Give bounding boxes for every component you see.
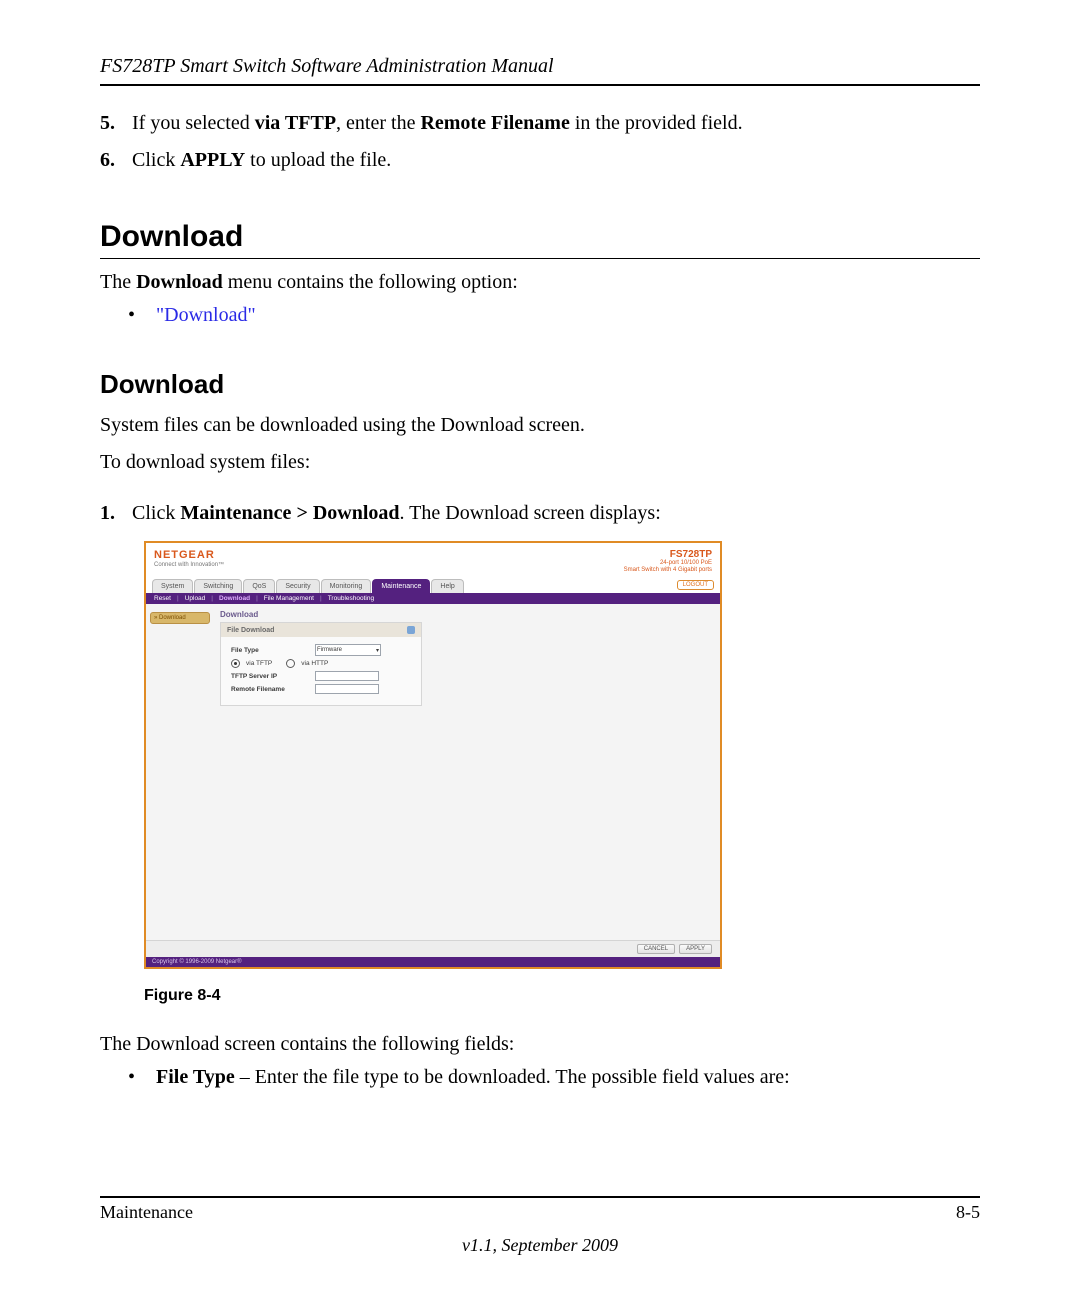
panel-outer-title: Download — [220, 610, 710, 619]
page-footer: Maintenance 8-5 v1.1, September 2009 — [100, 1196, 980, 1256]
tab-qos[interactable]: QoS — [243, 579, 275, 593]
brand-tagline: Connect with Innovation™ — [154, 562, 224, 568]
download-steps: 1. Click Maintenance > Download. The Dow… — [100, 500, 980, 527]
label-tftp-ip: TFTP Server IP — [231, 673, 311, 680]
subnav-reset[interactable]: Reset — [154, 595, 171, 602]
subnav-download[interactable]: Download — [219, 595, 250, 602]
footer-pagenum: 8-5 — [956, 1202, 980, 1223]
tab-switching[interactable]: Switching — [194, 579, 242, 593]
step-5: 5. If you selected via TFTP, enter the R… — [100, 110, 980, 137]
label-via-tftp: via TFTP — [246, 660, 272, 667]
panel-footer: CANCEL APPLY — [146, 940, 720, 957]
chevron-down-icon: ▾ — [376, 647, 379, 654]
subnav-file-management[interactable]: File Management — [264, 595, 314, 602]
download-step-1: 1. Click Maintenance > Download. The Dow… — [100, 500, 980, 527]
logout-button[interactable]: LOGOUT — [677, 580, 714, 590]
field-file-type: • File Type – Enter the file type to be … — [128, 1064, 980, 1091]
tab-system[interactable]: System — [152, 579, 193, 593]
download-step-1-text: Click Maintenance > Download. The Downlo… — [132, 500, 661, 527]
model-sub2: Smart Switch with 4 Gigabit ports — [624, 567, 712, 574]
step-6: 6. Click APPLY to upload the file. — [100, 147, 980, 174]
app-window: NETGEAR Connect with Innovation™ FS728TP… — [144, 541, 722, 969]
bullet-icon: • — [128, 1064, 138, 1091]
step-number: 5. — [100, 110, 122, 137]
download-menu-item: • "Download" — [128, 302, 980, 329]
tab-monitoring[interactable]: Monitoring — [321, 579, 372, 593]
file-download-panel: File Download File Type Firmware ▾ — [220, 622, 422, 706]
sub-nav: Reset| Upload| Download| File Management… — [146, 593, 720, 604]
model-name: FS728TP — [624, 549, 712, 560]
row-tftp-ip: TFTP Server IP — [231, 671, 415, 681]
panel-header: File Download — [221, 623, 421, 637]
download-menu-list: • "Download" — [100, 302, 980, 329]
footer-section: Maintenance — [100, 1202, 193, 1223]
apply-button[interactable]: APPLY — [679, 944, 712, 954]
step-5-text: If you selected via TFTP, enter the Remo… — [132, 110, 743, 137]
field-desc: – Enter the file type to be downloaded. … — [235, 1066, 790, 1088]
page: FS728TP Smart Switch Software Administra… — [0, 0, 1080, 1296]
sysfiles-paragraph: System files can be downloaded using the… — [100, 412, 980, 439]
panel-body: File Type Firmware ▾ via TFTP — [221, 637, 421, 705]
upload-steps-continued: 5. If you selected via TFTP, enter the R… — [100, 110, 980, 174]
download-menu-intro: The Download menu contains the following… — [100, 269, 980, 296]
select-file-type-value: Firmware — [317, 647, 342, 653]
step-number: 6. — [100, 147, 122, 174]
subnav-upload[interactable]: Upload — [185, 595, 206, 602]
subnav-troubleshooting[interactable]: Troubleshooting — [328, 595, 374, 602]
tab-maintenance[interactable]: Maintenance — [372, 579, 430, 593]
field-name: File Type — [156, 1066, 235, 1088]
to-download-paragraph: To download system files: — [100, 449, 980, 476]
radio-via-tftp[interactable] — [231, 659, 240, 668]
label-remote-filename: Remote Filename — [231, 686, 311, 693]
section-heading-download: Download — [100, 220, 980, 254]
input-remote-filename[interactable] — [315, 684, 379, 694]
after-figure-paragraph: The Download screen contains the followi… — [100, 1031, 980, 1058]
panel-help-icon[interactable] — [407, 626, 415, 634]
step-number: 1. — [100, 500, 122, 527]
header-rule — [100, 84, 980, 86]
footer-row: Maintenance 8-5 — [100, 1202, 980, 1223]
row-file-type: File Type Firmware ▾ — [231, 644, 415, 656]
footer-rule — [100, 1196, 980, 1198]
tab-help[interactable]: Help — [431, 579, 463, 593]
section-rule — [100, 258, 980, 259]
label-via-http: via HTTP — [301, 660, 328, 667]
bullet-icon: • — [128, 302, 138, 329]
footer-version: v1.1, September 2009 — [100, 1235, 980, 1256]
sidebar: » Download — [146, 604, 214, 940]
model-block: FS728TP 24-port 10/100 PoE Smart Switch … — [624, 549, 712, 573]
subsection-heading-download: Download — [100, 369, 980, 400]
sidebar-item-download[interactable]: » Download — [150, 612, 210, 624]
panel-inner-title: File Download — [227, 627, 274, 634]
brand-logo: NETGEAR — [154, 549, 224, 561]
label-file-type: File Type — [231, 647, 311, 654]
row-remote-filename: Remote Filename — [231, 684, 415, 694]
select-file-type[interactable]: Firmware ▾ — [315, 644, 381, 656]
top-tabs: System Switching QoS Security Monitoring… — [146, 579, 720, 593]
row-transfer-mode: via TFTP via HTTP — [231, 659, 415, 668]
fields-list: • File Type – Enter the file type to be … — [100, 1064, 980, 1091]
step-6-text: Click APPLY to upload the file. — [132, 147, 391, 174]
tab-security[interactable]: Security — [276, 579, 319, 593]
download-link[interactable]: "Download" — [156, 302, 256, 329]
app-copyright: Copyright © 1996-2009 Netgear® — [146, 957, 720, 967]
input-tftp-ip[interactable] — [315, 671, 379, 681]
figure-screenshot: NETGEAR Connect with Innovation™ FS728TP… — [144, 541, 722, 969]
app-body: » Download Download File Download File T… — [146, 604, 720, 940]
main-pane: Download File Download File Type Firmwar… — [214, 604, 720, 940]
app-header: NETGEAR Connect with Innovation™ FS728TP… — [146, 543, 720, 575]
brand-block: NETGEAR Connect with Innovation™ — [154, 549, 224, 573]
figure-caption: Figure 8-4 — [144, 987, 980, 1005]
cancel-button[interactable]: CANCEL — [637, 944, 675, 954]
running-head: FS728TP Smart Switch Software Administra… — [100, 55, 980, 78]
model-sub1: 24-port 10/100 PoE — [624, 560, 712, 567]
radio-via-http[interactable] — [286, 659, 295, 668]
